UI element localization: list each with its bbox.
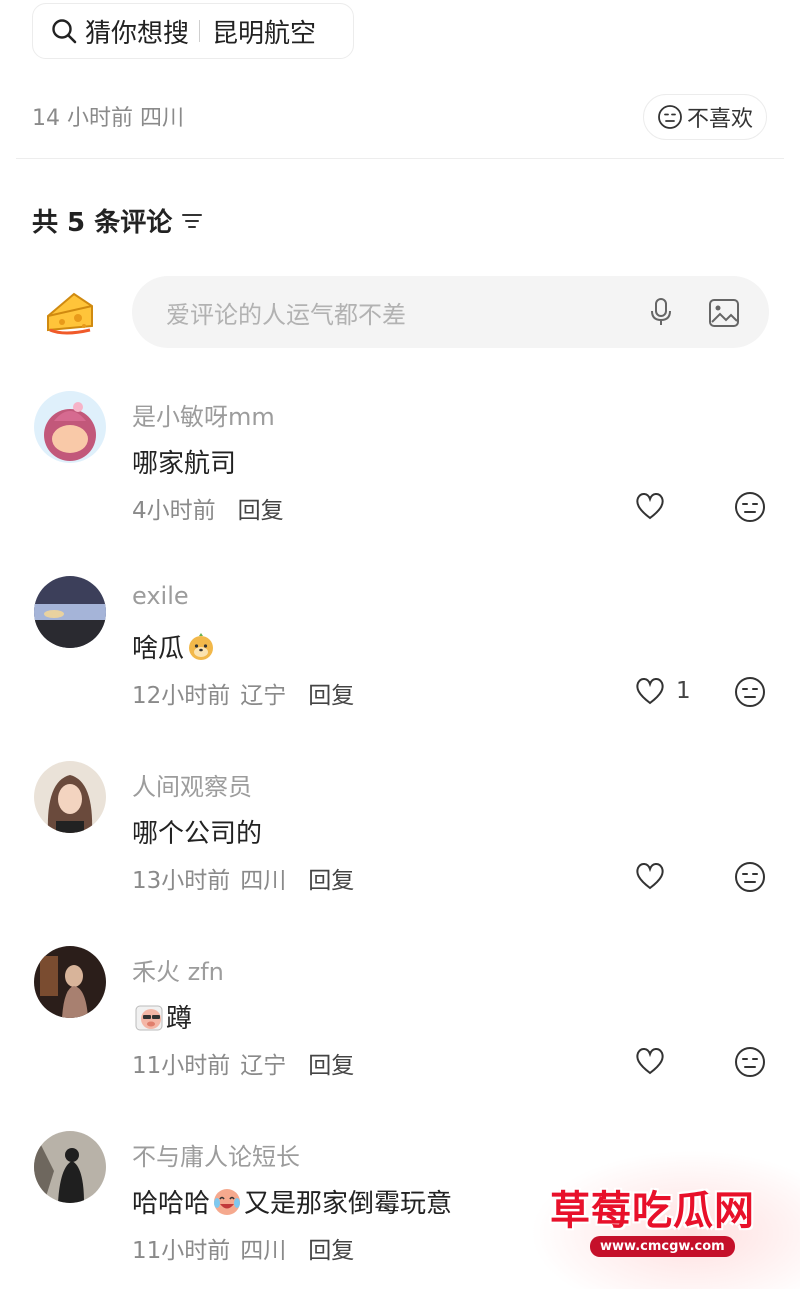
search-icon — [52, 19, 77, 44]
avatar[interactable] — [34, 1131, 106, 1203]
comment-input[interactable]: 爱评论的人运气都不差 — [132, 276, 769, 348]
avatar[interactable] — [34, 576, 106, 648]
commenter-name[interactable]: 是小敏呀mm — [132, 397, 275, 432]
comment-location: 辽宁 — [240, 683, 287, 709]
dislike-button[interactable]: 不喜欢 — [643, 94, 767, 140]
commenter-name[interactable]: 禾火 zfn — [132, 952, 224, 987]
reply-button[interactable]: 回复 — [238, 491, 284, 525]
neutral-face-icon[interactable] — [734, 1046, 766, 1078]
watermark-url: www.cmcgw.com — [590, 1236, 735, 1257]
separator — [199, 20, 201, 42]
heart-icon — [636, 863, 664, 890]
comment-text: 啥瓜 — [132, 628, 218, 665]
reply-button[interactable]: 回复 — [308, 861, 354, 895]
like-button[interactable] — [634, 861, 666, 891]
comment-item: 人间观察员 哪个公司的 13小时前 四川 回复 — [0, 761, 800, 931]
search-prefix: 猜你想搜 — [85, 18, 190, 49]
reply-button[interactable]: 回复 — [308, 676, 354, 710]
avatar-image — [34, 946, 106, 1018]
sort-filter-icon[interactable] — [180, 209, 204, 233]
post-time-location: 14 小时前 四川 — [32, 106, 184, 131]
neutral-face-icon[interactable] — [734, 861, 766, 893]
avatar-image — [34, 391, 106, 463]
comment-item: 禾火 zfn 蹲 11小时前 辽宁 回复 — [0, 946, 800, 1116]
avatar-image — [34, 1131, 106, 1203]
pig-emoji-icon — [135, 1005, 163, 1030]
heart-icon — [636, 1048, 664, 1075]
comment-time: 11小时前 — [132, 1053, 231, 1079]
laugh-cry-emoji-icon — [214, 1188, 241, 1215]
comment-info: 13小时前 四川 回复 — [132, 861, 354, 895]
comment-text: 蹲 — [132, 998, 192, 1035]
avatar[interactable] — [34, 391, 106, 463]
neutral-face-icon — [658, 105, 682, 129]
comment-text-body: 啥瓜 — [132, 634, 185, 664]
comment-location: 四川 — [240, 1238, 287, 1264]
commenter-name[interactable]: exile — [132, 582, 189, 610]
comment-time: 11小时前 — [132, 1238, 231, 1264]
comment-text: 哪个公司的 — [132, 813, 262, 850]
reply-button[interactable]: 回复 — [308, 1046, 354, 1080]
comment-time: 4小时前 — [132, 498, 216, 524]
comment-input-placeholder: 爱评论的人运气都不差 — [166, 300, 406, 329]
neutral-face-icon[interactable] — [734, 676, 766, 708]
comment-text-body: 蹲 — [166, 1004, 193, 1034]
comment-location: 辽宁 — [240, 1053, 287, 1079]
comment-time: 13小时前 — [132, 868, 231, 894]
neutral-face-icon[interactable] — [734, 491, 766, 523]
avatar[interactable] — [34, 946, 106, 1018]
comment-time: 12小时前 — [132, 683, 231, 709]
dislike-label: 不喜欢 — [686, 107, 753, 132]
image-icon[interactable] — [707, 296, 741, 330]
comment-text: 哈哈哈 又是那家倒霉玩意 — [132, 1183, 452, 1220]
comment-count-label: 共 5 条评论 — [32, 208, 173, 238]
heart-icon — [636, 678, 664, 705]
commenter-name[interactable]: 人间观察员 — [132, 767, 252, 802]
cheese-avatar-icon — [47, 292, 93, 335]
comment-text-body: 哪家航司 — [132, 449, 237, 479]
watermark: 草莓吃瓜网 www.cmcgw.com — [530, 1150, 800, 1289]
comment-location: 四川 — [240, 868, 287, 894]
avatar-image — [34, 761, 106, 833]
watermark-title: 草莓吃瓜网 — [550, 1188, 755, 1234]
comment-count-header: 共 5 条评论 — [32, 202, 204, 239]
heart-icon — [636, 493, 664, 520]
comment-info: 4小时前 回复 — [132, 491, 284, 525]
comment-text-body: 哪个公司的 — [132, 819, 263, 849]
dog-emoji-icon — [189, 632, 214, 660]
search-query: 昆明航空 — [212, 18, 317, 49]
comment-info: 12小时前 辽宁 回复 — [132, 676, 354, 710]
comment-text-continued: 又是那家倒霉玩意 — [244, 1189, 453, 1219]
comment-item: 是小敏呀mm 哪家航司 4小时前 回复 — [0, 391, 800, 561]
comment-info: 11小时前 辽宁 回复 — [132, 1046, 354, 1080]
comment-info: 11小时前 四川 回复 — [132, 1231, 354, 1265]
like-button[interactable] — [634, 491, 666, 521]
like-button[interactable]: 1 — [634, 676, 691, 706]
microphone-icon[interactable] — [645, 296, 677, 328]
comment-text: 哪家航司 — [132, 443, 236, 480]
divider — [16, 158, 784, 159]
like-button[interactable] — [634, 1046, 666, 1076]
avatar-image — [34, 576, 106, 648]
like-count: 1 — [676, 678, 691, 704]
reply-button[interactable]: 回复 — [308, 1231, 354, 1265]
comment-text-body: 哈哈哈 — [132, 1189, 211, 1219]
commenter-name[interactable]: 不与庸人论短长 — [132, 1137, 300, 1172]
comment-item: exile 啥瓜 12小时前 辽宁 回复 1 — [0, 576, 800, 746]
avatar[interactable] — [34, 761, 106, 833]
search-suggestion-pill[interactable]: 猜你想搜 昆明航空 — [32, 3, 354, 59]
